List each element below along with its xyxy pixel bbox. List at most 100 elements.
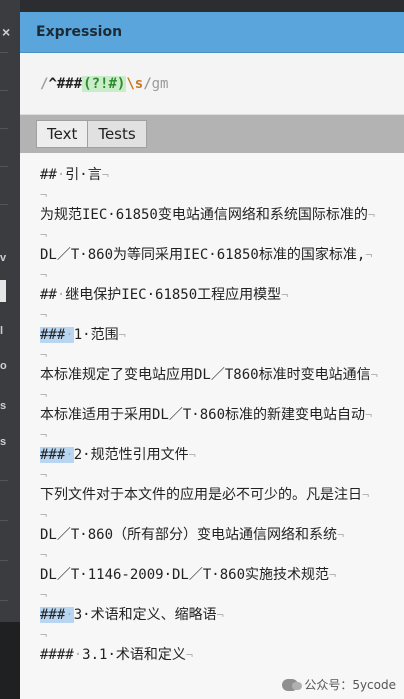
newline-glyph: ¬ — [337, 528, 345, 542]
watermark: 公众号：5ycode — [282, 676, 396, 693]
newline-glyph: ¬ — [118, 328, 126, 342]
newline-glyph: ¬ — [40, 548, 48, 562]
space-glyph: · — [65, 607, 74, 623]
newline-glyph: ¬ — [40, 428, 48, 442]
newline-glyph: ¬ — [185, 648, 194, 662]
editor-line: ###·2·规范性引用文件¬ — [40, 445, 196, 465]
newline-glyph: ¬ — [101, 168, 109, 182]
newline-glyph: ¬ — [370, 368, 378, 382]
regex-match-highlight: ### — [40, 327, 66, 343]
editor-line: ¬ — [40, 185, 47, 205]
heading-marker: ## — [40, 287, 57, 303]
expression-flags[interactable]: gm — [152, 76, 169, 92]
newline-glyph: ¬ — [40, 508, 48, 522]
newline-glyph: ¬ — [40, 588, 48, 602]
line-text: DL／T·1146-2009·DL／T·860实施技术规范 — [40, 567, 330, 583]
newline-glyph: ¬ — [40, 628, 48, 642]
expression-delimiter-open: / — [40, 75, 49, 92]
editor-line: ¬ — [40, 225, 47, 245]
tab-bar: Text Tests — [20, 115, 404, 153]
tab-tests[interactable]: Tests — [88, 120, 147, 148]
sidebar-divider — [0, 90, 8, 91]
sidebar-glyph[interactable]: o — [0, 360, 7, 372]
editor-line: ¬ — [40, 585, 47, 605]
newline-glyph: ¬ — [40, 308, 48, 322]
sidebar-glyph[interactable]: l — [0, 325, 6, 337]
left-sidebar: × v l o s s — [0, 0, 20, 699]
editor-line: 本标准适用于采用DL／T·860标准的新建变电站自动¬ — [40, 405, 372, 425]
editor-line: ####·3.1·术语和定义¬ — [40, 645, 193, 665]
sidebar-active-marker[interactable] — [0, 280, 6, 302]
sidebar-divider — [0, 520, 8, 521]
line-text: 下列文件对于本文件的应用是必不可少的。凡是注日 — [40, 487, 362, 503]
page-title: Expression — [36, 24, 123, 40]
newline-glyph: ¬ — [281, 288, 289, 302]
editor-line: ¬ — [40, 625, 47, 645]
wechat-icon — [282, 678, 303, 691]
space-glyph: · — [65, 447, 74, 463]
editor-line: ¬ — [40, 305, 47, 325]
expression-header: Expression — [20, 12, 404, 53]
newline-glyph: ¬ — [362, 488, 370, 502]
editor-line: ¬ — [40, 265, 47, 285]
line-text: 3·术语和定义、缩略语 — [73, 607, 217, 623]
sidebar-glyph[interactable]: s — [0, 436, 6, 448]
editor-line: ¬ — [40, 345, 47, 365]
heading-marker: ## — [40, 167, 57, 183]
expression-lookahead-group: (?!#) — [82, 75, 127, 92]
sidebar-divider — [0, 204, 8, 205]
editor-line: DL／T·860为等同采用IEC·61850标准的国家标准,¬ — [40, 245, 373, 265]
line-text: 继电保护IEC·61850工程应用模型 — [65, 287, 282, 303]
line-text: DL／T·860（所有部分）变电站通信网络和系统 — [40, 527, 337, 543]
newline-glyph: ¬ — [329, 568, 337, 582]
editor-line: DL／T·1146-2009·DL／T·860实施技术规范¬ — [40, 565, 336, 585]
newline-glyph: ¬ — [40, 268, 48, 282]
editor-line: 下列文件对于本文件的应用是必不可少的。凡是注日¬ — [40, 485, 369, 505]
sidebar-divider — [0, 480, 8, 481]
editor-line: ¬ — [40, 385, 47, 405]
newline-glyph: ¬ — [40, 188, 48, 202]
expression-whitespace-escape: \s — [126, 75, 144, 92]
expression-input[interactable]: / ^ ### (?!#) \s / gm — [20, 53, 404, 115]
newline-glyph: ¬ — [40, 348, 48, 362]
tab-text[interactable]: Text — [36, 120, 89, 148]
space-glyph: · — [73, 647, 83, 663]
editor-line: ##·引·言¬ — [40, 165, 109, 185]
newline-glyph: ¬ — [188, 448, 196, 462]
sidebar-divider — [0, 600, 8, 601]
regex-match-highlight: ### — [40, 607, 66, 623]
newline-glyph: ¬ — [40, 468, 48, 482]
line-text: 1·范围 — [73, 327, 119, 343]
newline-glyph: ¬ — [40, 388, 48, 402]
regex-panel: Expression / ^ ### (?!#) \s / gm Text Tests ##… — [20, 12, 404, 699]
heading-marker: #### — [40, 647, 74, 663]
text-editor[interactable]: ##·引·言¬ ¬ 为规范IEC·61850变电站通信网络和系统国际标准的¬ ¬ DL／… — [20, 153, 404, 699]
sidebar-divider — [0, 166, 8, 167]
line-text: 3.1·术语和定义 — [82, 647, 186, 663]
sidebar-divider — [0, 128, 8, 129]
expression-hashes: ### — [56, 75, 83, 92]
editor-line: ###·3·术语和定义、缩略语¬ — [40, 605, 224, 625]
editor-line: ¬ — [40, 425, 47, 445]
newline-glyph: ¬ — [216, 608, 224, 622]
editor-line: ¬ — [40, 505, 47, 525]
line-text: 2·规范性引用文件 — [73, 447, 189, 463]
editor-line: ##·继电保护IEC·61850工程应用模型¬ — [40, 285, 288, 305]
editor-line: ¬ — [40, 465, 47, 485]
sidebar-glyph[interactable]: v — [0, 252, 6, 264]
line-text: 本标准适用于采用DL／T·860标准的新建变电站自动 — [40, 407, 365, 423]
editor-line: DL／T·860（所有部分）变电站通信网络和系统¬ — [40, 525, 344, 545]
space-glyph: · — [65, 327, 74, 343]
line-text: 本标准规定了变电站应用DL／T860标准时变电站通信 — [40, 367, 371, 383]
editor-line: ¬ — [40, 545, 47, 565]
sidebar-divider — [0, 560, 8, 561]
sidebar-footer — [0, 622, 20, 699]
newline-glyph: ¬ — [40, 228, 48, 242]
sidebar-glyph[interactable]: s — [0, 400, 6, 412]
close-icon[interactable]: × — [0, 24, 20, 40]
line-text: 为规范IEC·61850变电站通信网络和系统国际标准的 — [40, 207, 368, 223]
editor-line: 本标准规定了变电站应用DL／T860标准时变电站通信¬ — [40, 365, 378, 385]
newline-glyph: ¬ — [365, 408, 373, 422]
regex-match-highlight: ### — [40, 447, 66, 463]
watermark-text: 公众号：5ycode — [304, 678, 396, 692]
